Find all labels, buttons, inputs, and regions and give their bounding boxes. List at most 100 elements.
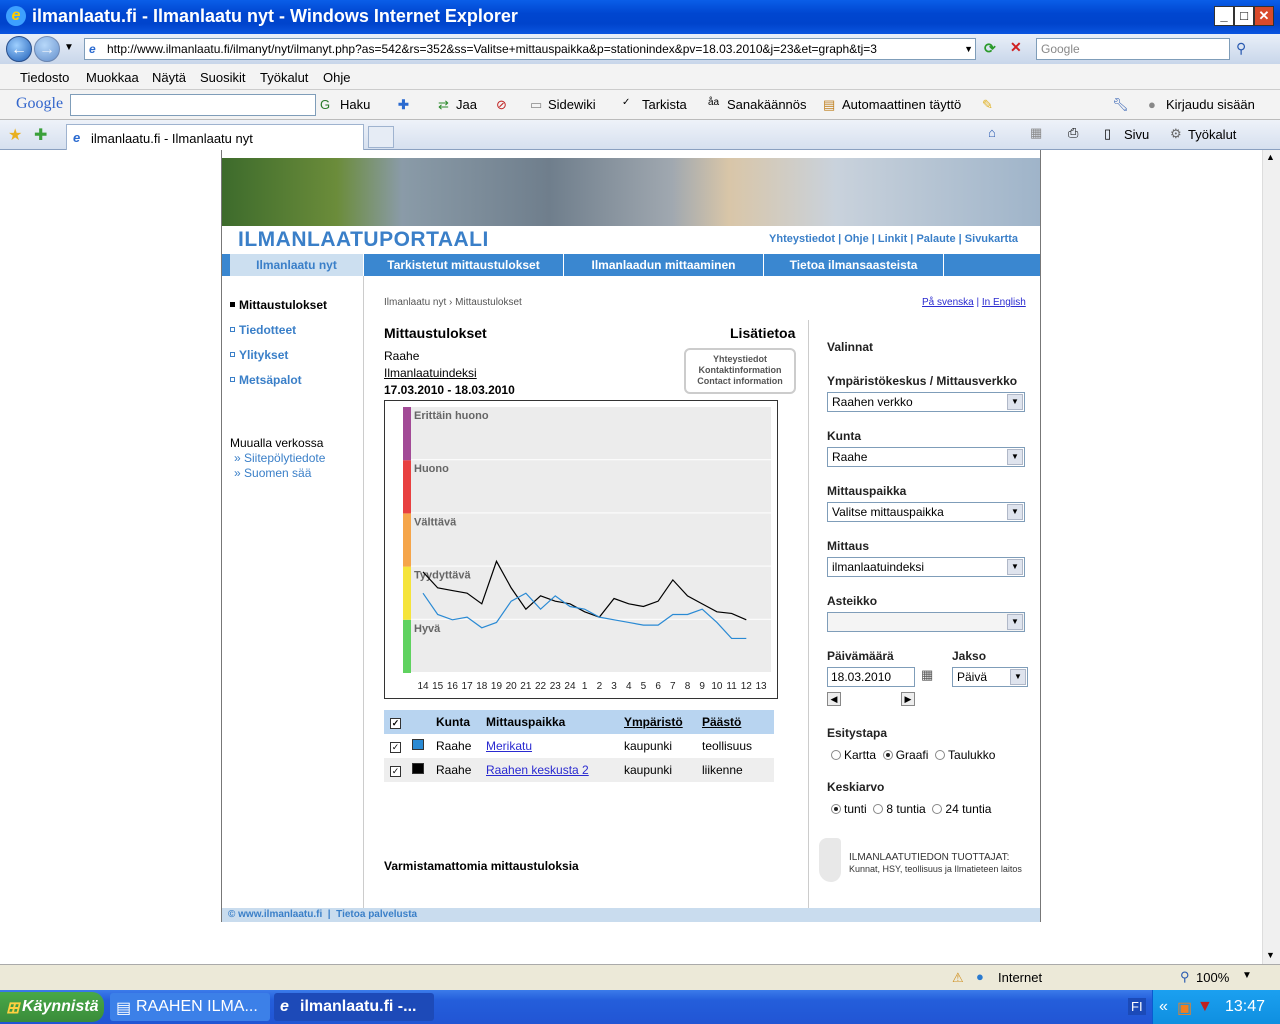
kunta-select[interactable]: Raahe ▼ (827, 447, 1025, 467)
menu-file[interactable]: Tiedosto (20, 70, 69, 85)
radio-taulukko[interactable]: Taulukko (935, 748, 995, 762)
chevron-down-icon[interactable]: ▼ (1007, 394, 1023, 410)
google-search-input[interactable] (70, 94, 316, 116)
link-swedish[interactable]: På svenska (922, 297, 974, 308)
zoom-level[interactable]: 100% (1196, 970, 1229, 985)
history-dropdown-icon[interactable]: ▼ (64, 42, 74, 53)
tarkista-button[interactable]: Tarkista (642, 97, 687, 112)
tray-app-icon[interactable]: ▣ (1177, 998, 1192, 1018)
new-tab-button[interactable] (368, 126, 394, 148)
radio-tunti[interactable]: tunti (831, 802, 867, 816)
scroll-up-icon[interactable]: ▲ (1266, 152, 1275, 162)
menu-help[interactable]: Ohje (323, 70, 350, 85)
sidebar-item-tiedotteet[interactable]: Tiedotteet (230, 323, 296, 337)
tray-antivirus-icon[interactable]: ▼ (1197, 998, 1213, 1016)
tab-current[interactable]: e ilmanlaatu.fi - Ilmanlaatu nyt (66, 124, 364, 150)
menu-edit[interactable]: Muokkaa (86, 70, 139, 85)
search-icon[interactable]: ⚲ (1236, 40, 1246, 57)
bookmark-icon[interactable]: ⊘ (496, 97, 507, 113)
menu-view[interactable]: Näytä (152, 70, 186, 85)
clock[interactable]: 13:47 (1225, 998, 1265, 1016)
cell-paikka-link[interactable]: Raahen keskusta 2 (486, 758, 624, 782)
home-icon[interactable]: ⌂ (988, 125, 996, 140)
chevron-down-icon[interactable]: ▼ (1007, 559, 1023, 575)
radio-24h[interactable]: 24 tuntia (932, 802, 991, 816)
verkko-select[interactable]: Raahen verkko ▼ (827, 392, 1025, 412)
jakso-select[interactable]: Päivä ▼ (952, 667, 1028, 687)
autofill-button[interactable]: Automaattinen täyttö (842, 97, 961, 112)
footer-site-link[interactable]: © www.ilmanlaatu.fi (228, 909, 322, 920)
cell-paikka-link[interactable]: Merikatu (486, 734, 624, 758)
toplink-palaute[interactable]: Palaute (916, 233, 955, 245)
print-icon[interactable]: ⎙ (1068, 125, 1078, 141)
menu-favorites[interactable]: Suosikit (200, 70, 246, 85)
signin-button[interactable]: Kirjaudu sisään (1166, 97, 1255, 112)
radio-graafi[interactable]: Graafi (882, 748, 928, 762)
address-dropdown-icon[interactable]: ▼ (964, 39, 973, 59)
toplink-yhteystiedot[interactable]: Yhteystiedot (769, 233, 835, 245)
zoom-dropdown-icon[interactable]: ▼ (1242, 970, 1252, 981)
next-date-button[interactable]: ▶ (901, 692, 915, 706)
back-button[interactable]: ← (6, 36, 32, 62)
close-button[interactable]: ✕ (1254, 6, 1274, 26)
tray-expand-icon[interactable]: « (1159, 998, 1168, 1016)
link-siitepoly[interactable]: » Siitepölytiedote (234, 451, 325, 465)
site-logo[interactable]: ILMANLAATUPORTAALI (238, 228, 489, 252)
header-paasto[interactable]: Päästö (702, 710, 774, 734)
wrench-icon[interactable]: 🔧︎ (1112, 97, 1129, 113)
calendar-icon[interactable]: ▦ (921, 667, 933, 683)
footer-info-link[interactable]: Tietoa palvelusta (336, 909, 417, 920)
page-menu[interactable]: Sivu (1124, 127, 1149, 142)
jaa-button[interactable]: Jaa (456, 97, 477, 112)
mittaus-select[interactable]: ilmanlaatuindeksi ▼ (827, 557, 1025, 577)
scroll-down-icon[interactable]: ▼ (1266, 950, 1275, 960)
stop-icon[interactable]: ✕ (1010, 39, 1022, 56)
sidewiki-button[interactable]: Sidewiki (548, 97, 596, 112)
chevron-down-icon[interactable]: ▼ (1010, 669, 1026, 685)
minimize-button[interactable]: _ (1214, 6, 1234, 26)
nav-ilmanlaatu-nyt[interactable]: Ilmanlaatu nyt (230, 254, 364, 276)
radio-kartta[interactable]: Kartta (831, 748, 876, 762)
address-bar[interactable]: e http://www.ilmanlaatu.fi/ilmanyt/nyt/i… (84, 38, 976, 60)
radio-8h[interactable]: 8 tuntia (873, 802, 926, 816)
chevron-down-icon[interactable]: ▼ (1007, 614, 1023, 630)
row-checkbox[interactable]: ✓ (390, 766, 401, 777)
nav-tarkistetut[interactable]: Tarkistetut mittaustulokset (364, 254, 564, 276)
asteikko-select[interactable]: ▼ (827, 612, 1025, 632)
link-english[interactable]: In English (982, 297, 1026, 308)
refresh-icon[interactable]: ⟳ (984, 40, 996, 57)
toplink-sivukartta[interactable]: Sivukartta (965, 233, 1018, 245)
start-button[interactable]: ⊞ Käynnistä (0, 992, 104, 1022)
toplink-linkit[interactable]: Linkit (878, 233, 907, 245)
link-suomen-saa[interactable]: » Suomen sää (234, 466, 311, 480)
sanakaannos-button[interactable]: Sanakäännös (727, 97, 807, 112)
add-favorites-icon[interactable]: ✚ (34, 125, 47, 145)
task-ilmanlaatu[interactable]: e ilmanlaatu.fi -... (274, 993, 434, 1021)
date-input[interactable]: 18.03.2010 (827, 667, 915, 687)
menu-tools[interactable]: Työkalut (260, 70, 308, 85)
tools-menu[interactable]: Työkalut (1188, 127, 1236, 142)
maximize-button[interactable]: □ (1234, 6, 1254, 26)
paikka-select[interactable]: Valitse mittauspaikka ▼ (827, 502, 1025, 522)
highlight-icon[interactable]: ✎ (982, 97, 993, 113)
nav-mittaaminen[interactable]: Ilmanlaadun mittaaminen (564, 254, 764, 276)
plus-icon[interactable]: ✚ (398, 97, 409, 113)
toplink-ohje[interactable]: Ohje (844, 233, 868, 245)
search-input[interactable]: Google (1036, 38, 1230, 60)
haku-button[interactable]: Haku (340, 97, 370, 112)
chevron-down-icon[interactable]: ▼ (1007, 504, 1023, 520)
contact-box[interactable]: Yhteystiedot Kontaktinformation Contact … (684, 348, 796, 394)
feeds-icon[interactable]: ▦ (1030, 125, 1042, 141)
forward-button[interactable]: → (34, 36, 60, 62)
index-link[interactable]: Ilmanlaatuindeksi (384, 366, 477, 380)
language-indicator[interactable]: FI (1128, 998, 1146, 1015)
sidebar-item-ylitykset[interactable]: Ylitykset (230, 348, 288, 362)
sidebar-item-metsapalot[interactable]: Metsäpalot (230, 373, 302, 387)
sidebar-item-mittaustulokset[interactable]: Mittaustulokset (230, 298, 327, 312)
security-warning-icon[interactable]: ⚠ (952, 970, 964, 986)
row-checkbox[interactable]: ✓ (390, 742, 401, 753)
header-ymparisto[interactable]: Ympäristö (624, 710, 702, 734)
select-all-checkbox[interactable]: ✓ (390, 718, 401, 729)
nav-tietoa[interactable]: Tietoa ilmansaasteista (764, 254, 944, 276)
prev-date-button[interactable]: ◀ (827, 692, 841, 706)
